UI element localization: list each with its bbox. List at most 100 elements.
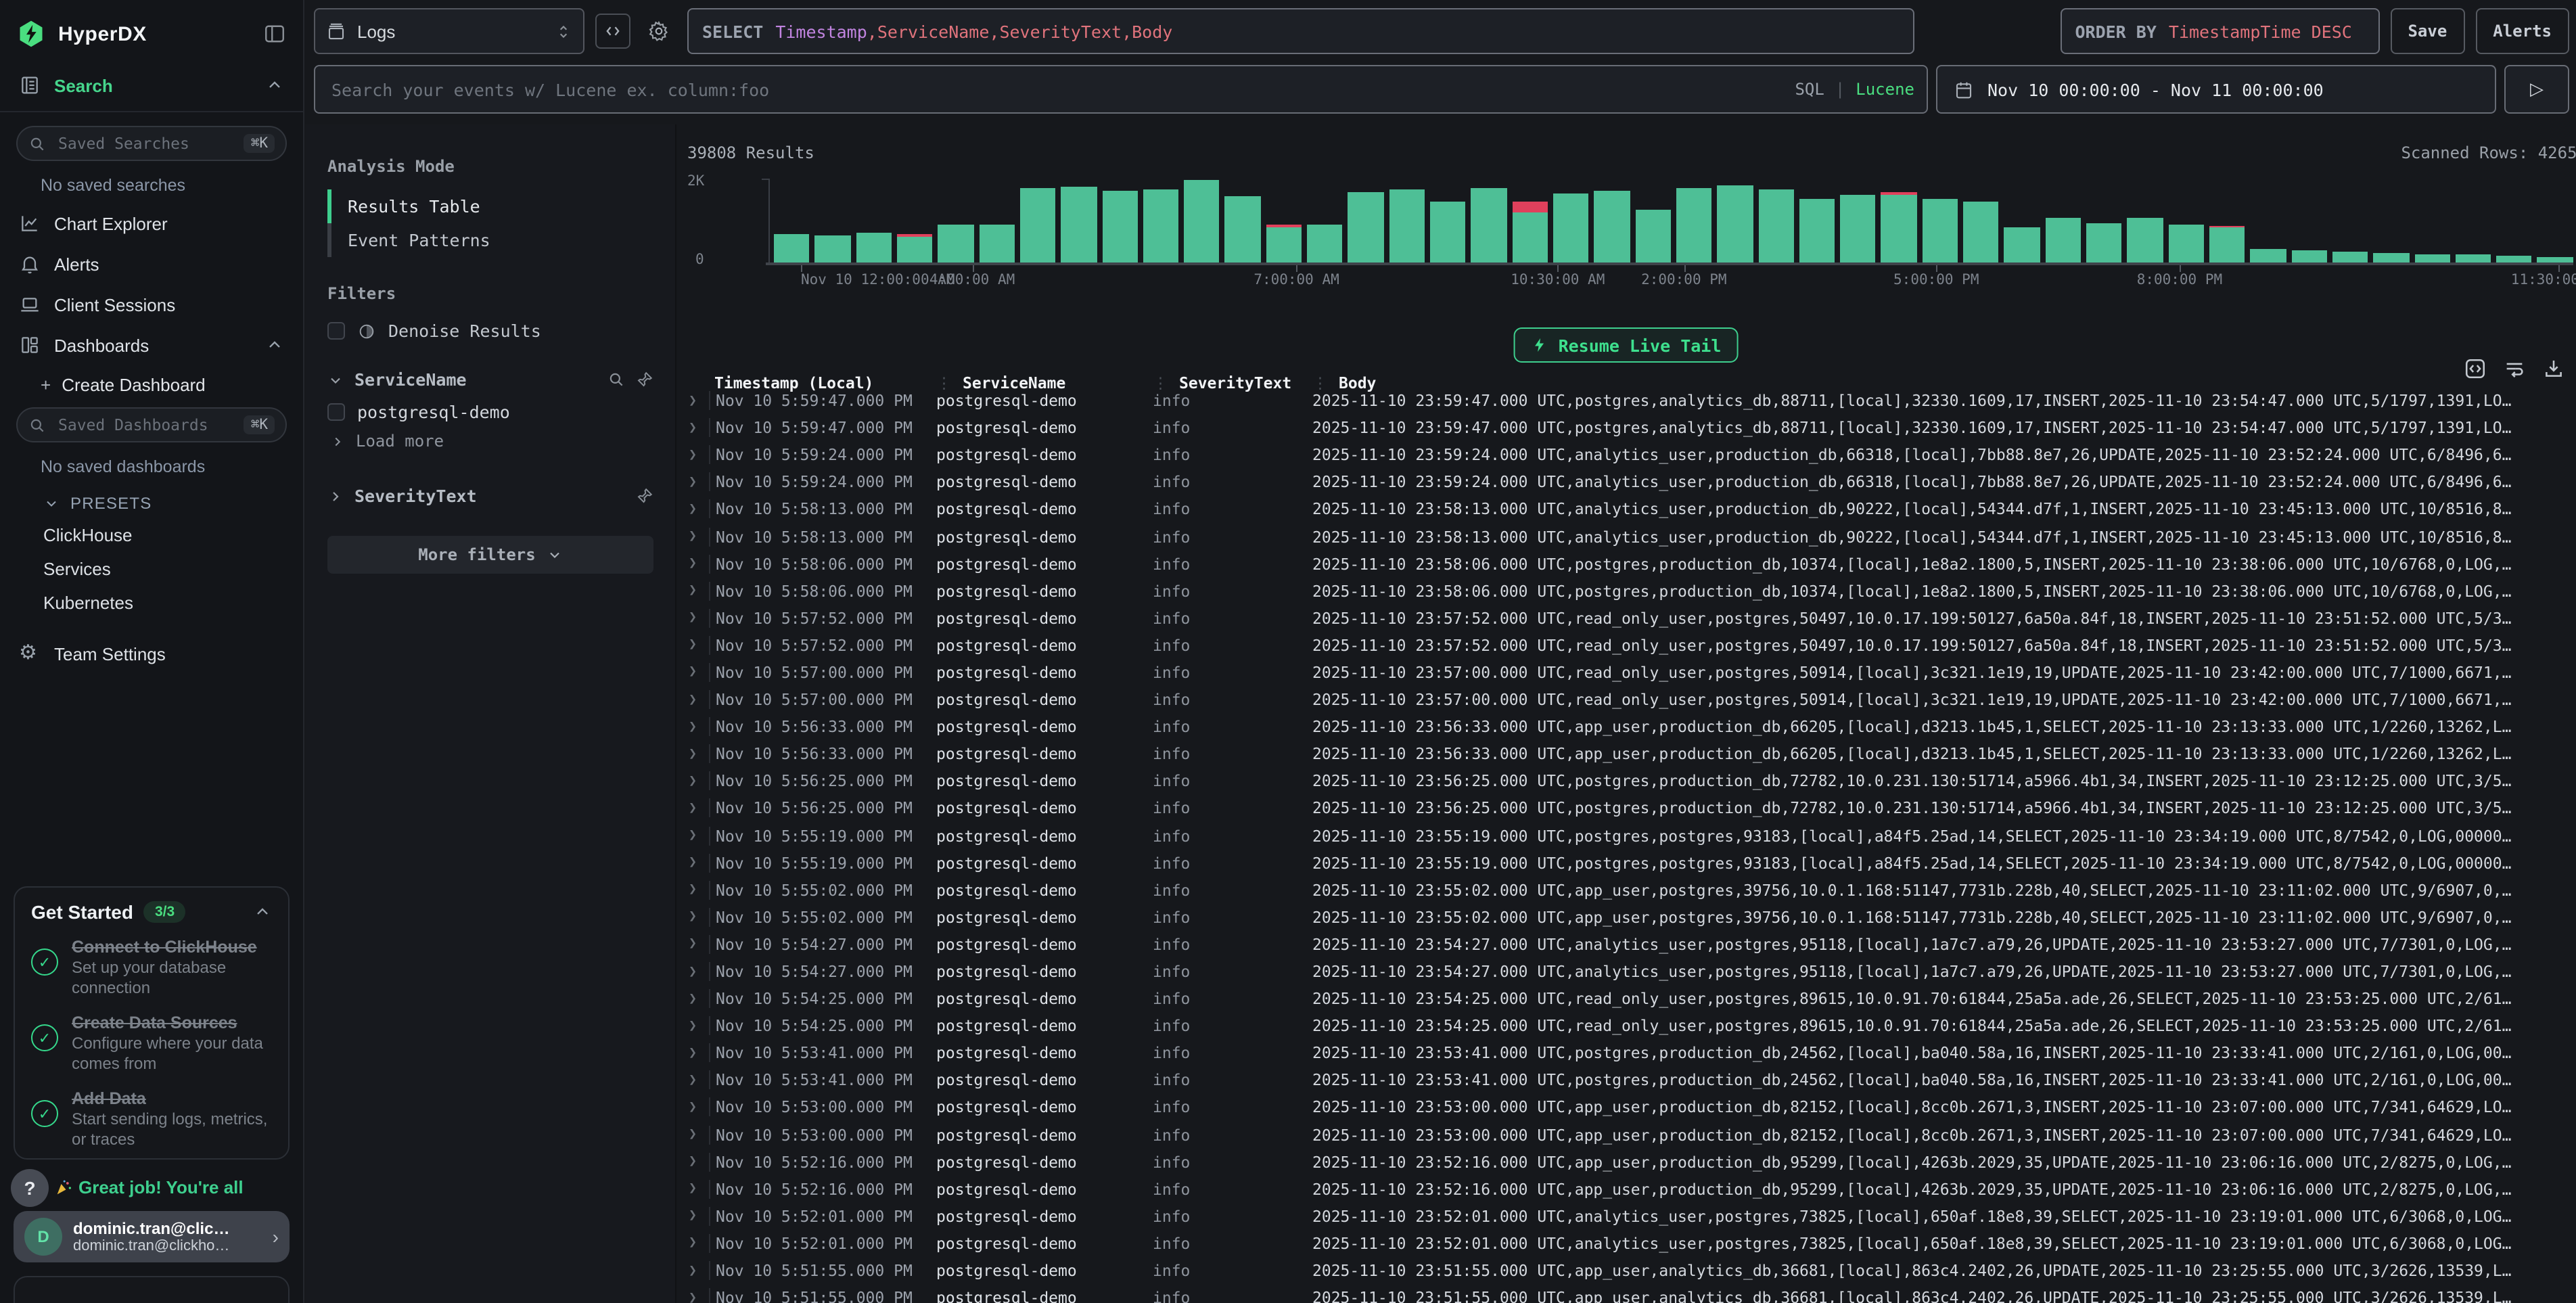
histogram-bar[interactable]: [1020, 187, 1056, 262]
histogram-bar[interactable]: [2496, 256, 2532, 262]
sidebar-item-alerts[interactable]: Alerts: [0, 244, 303, 284]
expand-row-chevron-icon[interactable]: ❯: [676, 1073, 709, 1088]
table-row[interactable]: ❯Nov 10 5:58:13.000 PMpostgresql-demoinf…: [676, 523, 2576, 550]
histogram-bar[interactable]: [1389, 189, 1425, 262]
histogram-bar[interactable]: [2456, 254, 2491, 262]
table-row[interactable]: ❯Nov 10 5:55:19.000 PMpostgresql-demoinf…: [676, 849, 2576, 876]
table-row[interactable]: ❯Nov 10 5:54:25.000 PMpostgresql-demoinf…: [676, 985, 2576, 1012]
histogram-bar[interactable]: [774, 234, 810, 262]
resume-live-tail-button[interactable]: Resume Live Tail: [1514, 327, 1739, 363]
search-icon[interactable]: [607, 371, 625, 388]
histogram-bar[interactable]: [1143, 189, 1179, 262]
expand-row-chevron-icon[interactable]: ❯: [676, 882, 709, 897]
table-row[interactable]: ❯Nov 10 5:55:19.000 PMpostgresql-demoinf…: [676, 822, 2576, 849]
mode-event-patterns[interactable]: Event Patterns: [327, 223, 653, 257]
expand-row-chevron-icon[interactable]: ❯: [676, 828, 709, 843]
histogram-bar[interactable]: [1963, 202, 1999, 262]
expand-row-chevron-icon[interactable]: ❯: [676, 1182, 709, 1197]
histogram-bar[interactable]: [2291, 251, 2327, 262]
histogram-bar[interactable]: [1553, 193, 1589, 262]
table-row[interactable]: ❯Nov 10 5:53:41.000 PMpostgresql-demoinf…: [676, 1067, 2576, 1094]
histogram-bar[interactable]: [1512, 201, 1548, 262]
table-row[interactable]: ❯Nov 10 5:58:13.000 PMpostgresql-demoinf…: [676, 496, 2576, 523]
checkbox[interactable]: [327, 322, 345, 340]
histogram-bar[interactable]: [815, 235, 851, 262]
expand-row-chevron-icon[interactable]: ❯: [676, 1100, 709, 1115]
histogram-bar[interactable]: [2332, 252, 2368, 262]
table-row[interactable]: ❯Nov 10 5:54:27.000 PMpostgresql-demoinf…: [676, 931, 2576, 958]
expand-row-chevron-icon[interactable]: ❯: [676, 1209, 709, 1224]
expand-row-chevron-icon[interactable]: ❯: [676, 393, 709, 408]
table-row[interactable]: ❯Nov 10 5:55:02.000 PMpostgresql-demoinf…: [676, 904, 2576, 931]
table-row[interactable]: ❯Nov 10 5:57:00.000 PMpostgresql-demoinf…: [676, 686, 2576, 713]
table-row[interactable]: ❯Nov 10 5:53:00.000 PMpostgresql-demoinf…: [676, 1094, 2576, 1121]
expand-row-chevron-icon[interactable]: ❯: [676, 475, 709, 490]
histogram-bar[interactable]: [2537, 257, 2573, 262]
histogram-bar[interactable]: [2004, 227, 2040, 262]
histogram-bar[interactable]: [1923, 199, 1958, 262]
order-by-input[interactable]: ORDER BY TimestampTime DESC: [2060, 8, 2379, 54]
histogram-bar[interactable]: [1635, 209, 1671, 262]
histogram-bar[interactable]: [1471, 189, 1507, 262]
histogram-bar[interactable]: [1881, 192, 1917, 262]
alerts-button[interactable]: Alerts: [2475, 8, 2569, 54]
preset-item-kubernetes[interactable]: Kubernetes: [0, 586, 303, 620]
table-row[interactable]: ❯Nov 10 5:56:33.000 PMpostgresql-demoinf…: [676, 740, 2576, 767]
histogram-bar[interactable]: [1430, 202, 1466, 262]
expand-row-chevron-icon[interactable]: ❯: [676, 583, 709, 598]
histogram-bar[interactable]: [2209, 227, 2245, 263]
table-row[interactable]: ❯Nov 10 5:52:01.000 PMpostgresql-demoinf…: [676, 1230, 2576, 1257]
sidebar-item-team-settings[interactable]: ⚙ Team Settings: [0, 633, 303, 674]
sql-toggle[interactable]: SQL: [1795, 80, 1824, 99]
expand-row-chevron-icon[interactable]: ❯: [676, 447, 709, 462]
expand-row-chevron-icon[interactable]: ❯: [676, 556, 709, 571]
histogram-bar[interactable]: [1840, 195, 1876, 262]
table-row[interactable]: ❯Nov 10 5:57:00.000 PMpostgresql-demoinf…: [676, 659, 2576, 686]
expand-row-chevron-icon[interactable]: ❯: [676, 801, 709, 816]
table-row[interactable]: ❯Nov 10 5:56:33.000 PMpostgresql-demoinf…: [676, 713, 2576, 740]
saved-searches-input[interactable]: [55, 133, 235, 154]
get-started-item[interactable]: ✓ Create Data Sources Configure where yo…: [31, 1013, 272, 1074]
sidebar-item-client-sessions[interactable]: Client Sessions: [0, 284, 303, 325]
table-row[interactable]: ❯Nov 10 5:58:06.000 PMpostgresql-demoinf…: [676, 577, 2576, 604]
event-search-input[interactable]: [314, 65, 1928, 114]
query-settings-gear-icon[interactable]: [641, 14, 676, 49]
code-mode-button[interactable]: [595, 14, 630, 49]
table-row[interactable]: ❯Nov 10 5:56:25.000 PMpostgresql-demoinf…: [676, 768, 2576, 795]
expand-row-chevron-icon[interactable]: ❯: [676, 692, 709, 707]
histogram-bar[interactable]: [2168, 225, 2204, 262]
expand-row-chevron-icon[interactable]: ❯: [676, 502, 709, 517]
table-row[interactable]: ❯Nov 10 5:51:55.000 PMpostgresql-demoinf…: [676, 1257, 2576, 1284]
expand-row-chevron-icon[interactable]: ❯: [676, 420, 709, 435]
histogram-bar[interactable]: [938, 225, 974, 262]
save-button[interactable]: Save: [2390, 8, 2464, 54]
table-row[interactable]: ❯Nov 10 5:52:01.000 PMpostgresql-demoinf…: [676, 1203, 2576, 1230]
saved-dashboards-input[interactable]: [55, 414, 235, 436]
histogram-bar[interactable]: [2414, 254, 2450, 262]
table-row[interactable]: ❯Nov 10 5:55:02.000 PMpostgresql-demoinf…: [676, 876, 2576, 903]
histogram-bar[interactable]: [1061, 187, 1097, 262]
sidebar-item-chart-explorer[interactable]: Chart Explorer: [0, 203, 303, 244]
run-query-button[interactable]: ▷: [2504, 65, 2569, 114]
servicename-filter-group[interactable]: ServiceName: [327, 369, 653, 390]
expand-row-chevron-icon[interactable]: ❯: [676, 1018, 709, 1033]
histogram-bar[interactable]: [979, 225, 1015, 262]
histogram-bar[interactable]: [2128, 217, 2163, 262]
chevron-up-icon[interactable]: [265, 76, 284, 95]
histogram-bar[interactable]: [1717, 186, 1753, 262]
pin-icon[interactable]: [636, 371, 653, 388]
expand-row-chevron-icon[interactable]: ❯: [676, 774, 709, 789]
histogram-bar[interactable]: [2045, 219, 2081, 262]
expand-row-chevron-icon[interactable]: ❯: [676, 910, 709, 925]
expand-row-chevron-icon[interactable]: ❯: [676, 1154, 709, 1169]
saved-searches-box[interactable]: ⌘K: [16, 126, 287, 161]
saved-dashboards-box[interactable]: ⌘K: [16, 407, 287, 442]
histogram-bar[interactable]: [856, 233, 892, 262]
help-button[interactable]: ?: [11, 1169, 49, 1207]
histogram-bar[interactable]: [2373, 252, 2409, 262]
histogram-bar[interactable]: [1594, 191, 1630, 262]
get-started-item[interactable]: ✓ Connect to ClickHouse Set up your data…: [31, 938, 272, 999]
histogram-bar[interactable]: [2251, 249, 2286, 262]
table-row[interactable]: ❯Nov 10 5:59:24.000 PMpostgresql-demoinf…: [676, 441, 2576, 468]
user-profile-card[interactable]: D dominic.tran@clic… dominic.tran@clickh…: [14, 1211, 290, 1262]
